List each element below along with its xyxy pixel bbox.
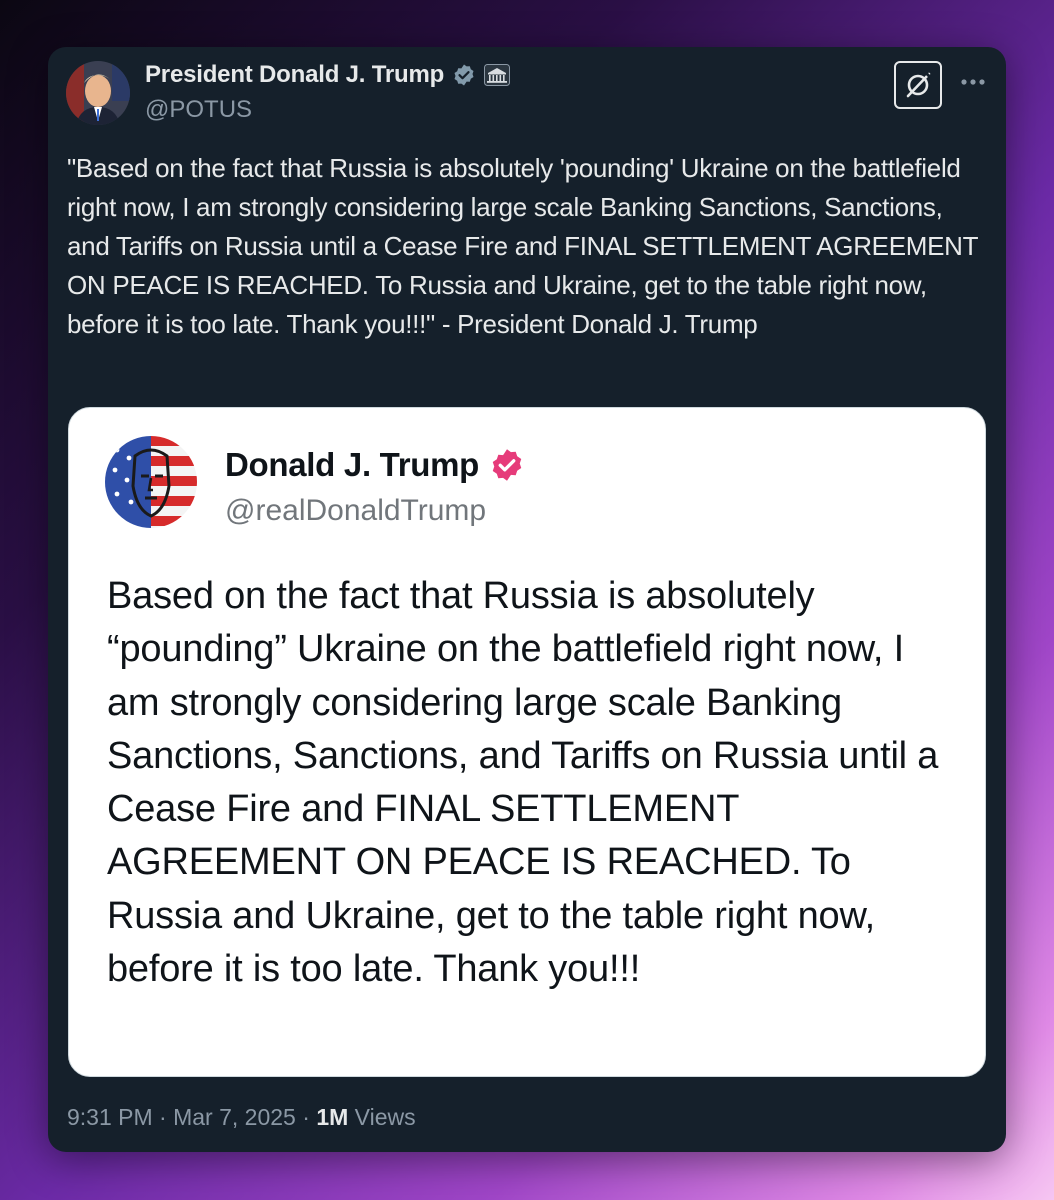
- views-count: 1M: [316, 1104, 349, 1130]
- quoted-author-avatar-image: [105, 436, 197, 528]
- author-handle[interactable]: @POTUS: [145, 96, 252, 124]
- quoted-author-name-row: Donald J. Trump: [225, 446, 525, 484]
- meta-separator: ·: [159, 1104, 167, 1130]
- author-name-row: President Donald J. Trump: [145, 61, 511, 89]
- more-options-icon: [961, 79, 985, 85]
- quoted-post-card[interactable]: Donald J. Trump @realDonaldTrump Based o…: [68, 407, 986, 1077]
- post-date[interactable]: Mar 7, 2025: [173, 1104, 296, 1131]
- quoted-author-name[interactable]: Donald J. Trump: [225, 446, 479, 484]
- pink-verified-badge-icon[interactable]: [489, 447, 525, 483]
- meta-separator: ·: [302, 1104, 310, 1130]
- author-avatar[interactable]: [66, 61, 130, 125]
- gray-verified-badge-icon[interactable]: [452, 63, 476, 87]
- post-text: "Based on the fact that Russia is absolu…: [67, 153, 985, 339]
- author-avatar-image: [66, 61, 130, 125]
- more-options-button[interactable]: [956, 65, 990, 99]
- views-label: Views: [354, 1104, 416, 1130]
- post-metadata: 9:31 PM · Mar 7, 2025 · 1M Views: [67, 1104, 416, 1131]
- post-time[interactable]: 9:31 PM: [67, 1104, 153, 1131]
- quoted-post-text: Based on the fact that Russia is absolut…: [107, 575, 939, 991]
- author-name[interactable]: President Donald J. Trump: [145, 61, 444, 89]
- quoted-author-handle[interactable]: @realDonaldTrump: [225, 494, 486, 528]
- grok-button[interactable]: [894, 61, 942, 109]
- post-card: President Donald J. Trump @POTUS "Based …: [48, 47, 1006, 1152]
- grok-icon: [906, 71, 932, 98]
- quoted-author-avatar[interactable]: [105, 436, 197, 528]
- white-house-icon[interactable]: [484, 64, 511, 86]
